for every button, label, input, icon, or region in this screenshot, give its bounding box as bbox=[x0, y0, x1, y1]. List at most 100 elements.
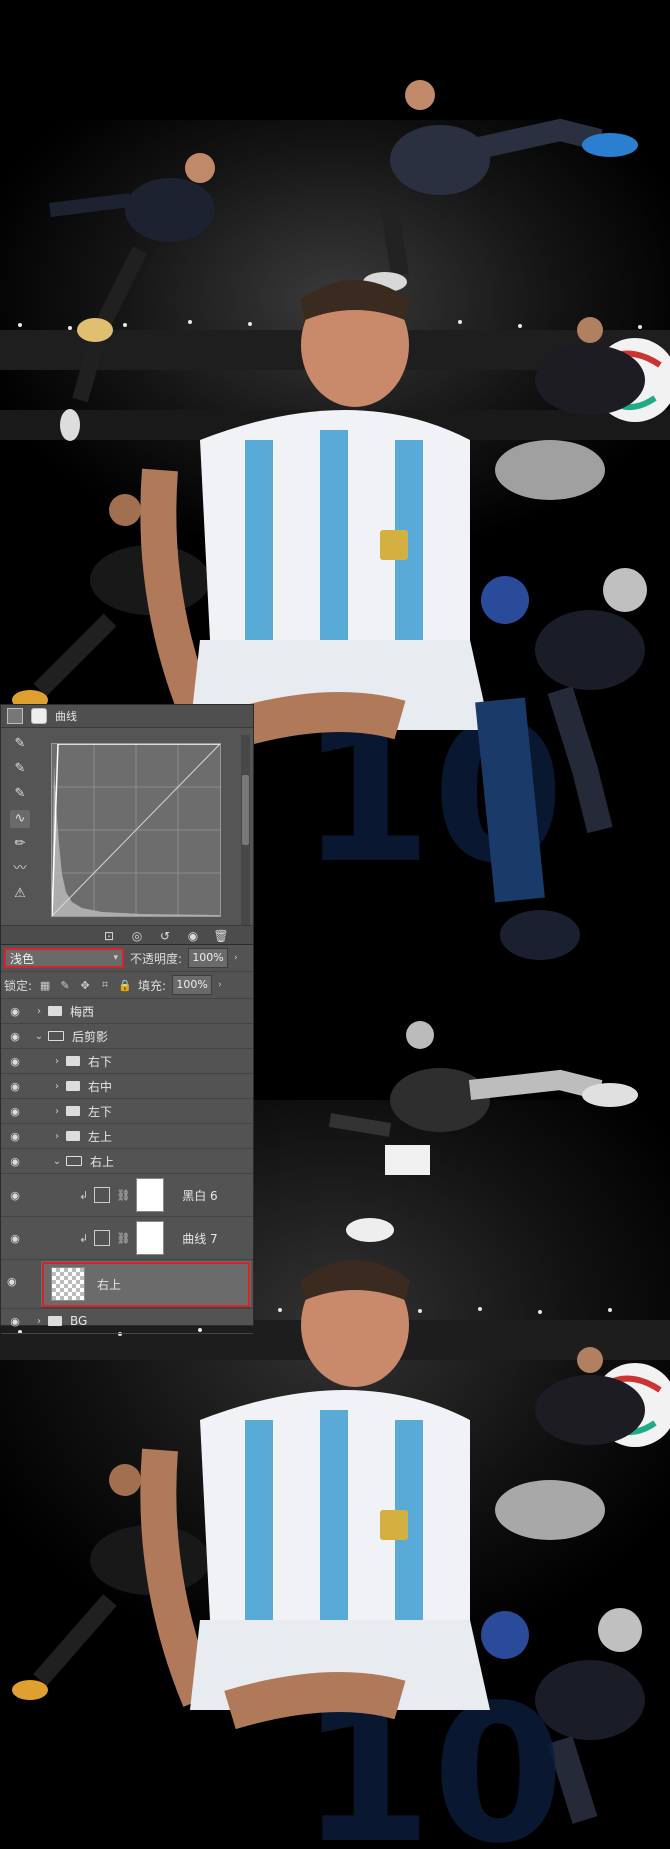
layer-row[interactable]: ◉ › 右中 bbox=[1, 1074, 253, 1099]
layer-row[interactable]: ◉ › 右下 bbox=[1, 1049, 253, 1074]
opacity-field[interactable]: 100% bbox=[188, 948, 229, 968]
curves-graph-canvas bbox=[52, 744, 220, 916]
chevron-right-icon[interactable]: › bbox=[51, 1106, 63, 1117]
visibility-eye-icon[interactable]: ◉ bbox=[7, 1315, 23, 1328]
chevron-right-icon[interactable]: › bbox=[51, 1056, 63, 1067]
scrollbar-thumb[interactable] bbox=[242, 775, 249, 845]
layer-name: 左上 bbox=[88, 1129, 113, 1144]
visibility-eye-icon[interactable]: ◉ bbox=[7, 1155, 23, 1168]
blend-mode-value: 浅色 bbox=[10, 951, 35, 966]
layer-row[interactable]: ◉ › 左下 bbox=[1, 1099, 253, 1124]
opacity-label: 不透明度: bbox=[130, 951, 183, 966]
clip-arrow-icon: ↲ bbox=[79, 1188, 89, 1202]
visibility-eye-icon[interactable]: ◉ bbox=[185, 929, 201, 943]
layer-thumbnail bbox=[51, 1267, 85, 1301]
clip-to-layer-icon[interactable]: ⊡ bbox=[101, 929, 117, 943]
layer-name: 右下 bbox=[88, 1054, 113, 1069]
trash-icon[interactable]: 🗑 bbox=[213, 929, 229, 943]
layer-row-adjustment[interactable]: ◉ ↲ ⛓ 曲线 7 bbox=[1, 1217, 253, 1260]
chevron-right-icon[interactable]: › bbox=[33, 1006, 45, 1017]
layer-row[interactable]: ◉ ⌄ 后剪影 bbox=[1, 1024, 253, 1049]
layer-row[interactable]: ◉ › BG bbox=[1, 1309, 253, 1334]
curves-properties-panel: 曲线 ✎ ✎ ✎ ∿ ✏ 〰 ⚠ ⊡ ◎ ↺ ◉ 🗑 bbox=[0, 704, 254, 946]
clip-arrow-icon: ↲ bbox=[79, 1231, 89, 1245]
mask-tab-icon[interactable] bbox=[31, 708, 47, 724]
link-chain-icon[interactable]: ⛓ bbox=[116, 1232, 130, 1245]
layer-row[interactable]: ◉ ⌄ 右上 bbox=[1, 1149, 253, 1174]
fill-label: 填充: bbox=[138, 978, 167, 993]
chevron-down-icon: ▾ bbox=[113, 953, 118, 963]
curve-point-icon[interactable]: ∿ bbox=[10, 810, 30, 828]
lock-fill-row: 锁定: ▦ ✎ ✥ ⌗ 🔒 填充: 100% › bbox=[1, 972, 253, 999]
blend-opacity-row: 浅色 ▾ 不透明度: 100% › bbox=[1, 945, 253, 972]
properties-tabs: 曲线 bbox=[1, 705, 253, 728]
visibility-eye-icon[interactable]: ◉ bbox=[7, 1275, 17, 1288]
layer-name: 黑白 6 bbox=[182, 1188, 218, 1203]
layer-mask-thumbnail[interactable] bbox=[136, 1178, 165, 1212]
layer-list: ◉ › 梅西 ◉ ⌄ 后剪影 ◉ › 右下 ◉ › 右中 ◉ › 左下 ◉ › … bbox=[1, 999, 253, 1334]
clipping-warning-icon[interactable]: ⚠ bbox=[10, 885, 30, 903]
layer-row[interactable]: ◉ › 梅西 bbox=[1, 999, 253, 1024]
chevron-right-icon[interactable]: › bbox=[51, 1081, 63, 1092]
eyedropper-black-icon[interactable]: ✎ bbox=[10, 735, 30, 753]
chevron-right-icon[interactable]: › bbox=[33, 1316, 45, 1327]
visibility-eye-icon[interactable]: ◉ bbox=[7, 1130, 23, 1143]
chevron-down-icon[interactable]: ⌄ bbox=[33, 1031, 45, 1042]
lock-label: 锁定: bbox=[4, 978, 33, 993]
layer-name: 梅西 bbox=[70, 1004, 95, 1019]
curves-tools: ✎ ✎ ✎ ∿ ✏ 〰 ⚠ bbox=[7, 735, 33, 903]
view-previous-icon[interactable]: ◎ bbox=[129, 929, 145, 943]
black-white-adjustment-icon bbox=[94, 1187, 111, 1203]
visibility-eye-icon[interactable]: ◉ bbox=[7, 1005, 23, 1018]
folder-icon bbox=[66, 1056, 80, 1066]
eyedropper-white-icon[interactable]: ✎ bbox=[10, 785, 30, 803]
opacity-chevron-icon[interactable]: › bbox=[234, 953, 238, 963]
fill-chevron-icon[interactable]: › bbox=[218, 980, 222, 990]
folder-open-icon bbox=[66, 1156, 82, 1166]
panel-title: 曲线 bbox=[55, 710, 77, 723]
eyedropper-gray-icon[interactable]: ✎ bbox=[10, 760, 30, 778]
layer-name: 右上 bbox=[90, 1154, 115, 1169]
chevron-down-icon[interactable]: ⌄ bbox=[51, 1156, 63, 1167]
visibility-eye-icon[interactable]: ◉ bbox=[7, 1030, 23, 1043]
layer-row[interactable]: ◉ › 左上 bbox=[1, 1124, 253, 1149]
folder-icon bbox=[66, 1106, 80, 1116]
adjustment-tab-icon[interactable] bbox=[7, 708, 23, 724]
layer-name: 左下 bbox=[88, 1104, 113, 1119]
curves-footer: ⊡ ◎ ↺ ◉ 🗑 bbox=[1, 925, 253, 945]
layer-name: 右中 bbox=[88, 1079, 113, 1094]
folder-icon bbox=[48, 1316, 62, 1326]
lock-artboard-icon[interactable]: ⌗ bbox=[98, 978, 112, 992]
smooth-icon[interactable]: 〰 bbox=[10, 860, 30, 878]
lock-position-icon[interactable]: ✥ bbox=[78, 979, 92, 992]
visibility-eye-icon[interactable]: ◉ bbox=[7, 1232, 23, 1245]
layer-name: 曲线 7 bbox=[182, 1231, 218, 1246]
visibility-eye-icon[interactable]: ◉ bbox=[7, 1105, 23, 1118]
visibility-eye-icon[interactable]: ◉ bbox=[7, 1189, 23, 1202]
layer-mask-thumbnail[interactable] bbox=[136, 1221, 165, 1255]
layer-name: 后剪影 bbox=[72, 1029, 109, 1044]
link-chain-icon[interactable]: ⛓ bbox=[116, 1189, 130, 1202]
folder-open-icon bbox=[48, 1031, 64, 1041]
panel-scrollbar[interactable] bbox=[241, 735, 250, 925]
folder-icon bbox=[48, 1006, 62, 1016]
lock-pixels-icon[interactable]: ✎ bbox=[58, 979, 72, 992]
curves-graph[interactable] bbox=[51, 743, 221, 917]
lock-transparent-icon[interactable]: ▦ bbox=[38, 979, 52, 992]
reset-icon[interactable]: ↺ bbox=[157, 929, 173, 943]
layer-name[interactable]: 右上 bbox=[97, 1276, 121, 1293]
pencil-icon[interactable]: ✏ bbox=[10, 835, 30, 853]
layer-name: BG bbox=[70, 1314, 88, 1328]
lock-all-icon[interactable]: 🔒 bbox=[118, 979, 132, 992]
visibility-eye-icon[interactable]: ◉ bbox=[7, 1080, 23, 1093]
layer-row-adjustment[interactable]: ◉ ↲ ⛓ 黑白 6 bbox=[1, 1174, 253, 1217]
layer-row-selected[interactable]: 右上 bbox=[41, 1261, 251, 1308]
layers-panel: 浅色 ▾ 不透明度: 100% › 锁定: ▦ ✎ ✥ ⌗ 🔒 填充: 100%… bbox=[0, 944, 254, 1334]
fill-field[interactable]: 100% bbox=[172, 975, 213, 995]
chevron-right-icon[interactable]: › bbox=[51, 1131, 63, 1142]
folder-icon bbox=[66, 1131, 80, 1141]
folder-icon bbox=[66, 1081, 80, 1091]
curves-adjustment-icon bbox=[94, 1230, 111, 1246]
visibility-eye-icon[interactable]: ◉ bbox=[7, 1055, 23, 1068]
blend-mode-select[interactable]: 浅色 ▾ bbox=[4, 948, 124, 968]
